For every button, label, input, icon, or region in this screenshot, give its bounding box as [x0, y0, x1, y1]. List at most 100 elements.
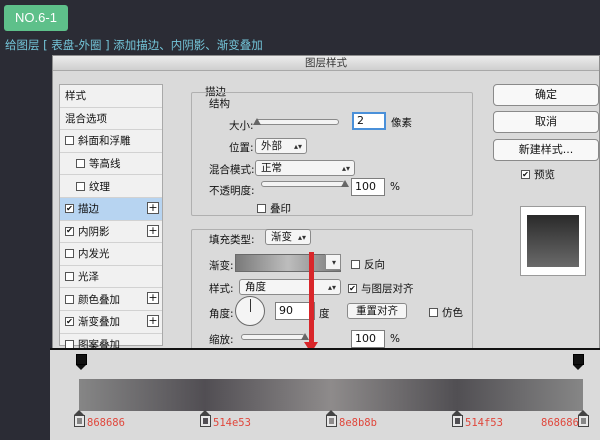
- dropdown-arrow-icon: ▴▾: [327, 283, 336, 292]
- style-list-label: 光泽: [78, 271, 99, 284]
- stroke-settings-panel: 描边 结构 大小: 2 像素 位置: 外部 ▴▾ 混合模式: 正常 ▴▾ 不透明度:…: [191, 84, 475, 349]
- annotation-arrow: [309, 252, 314, 344]
- color-overlay-checkbox[interactable]: [65, 294, 74, 304]
- overprint-option[interactable]: 叠印: [257, 201, 291, 216]
- reset-alignment-button[interactable]: 重置对齐: [347, 303, 407, 319]
- add-stroke-icon[interactable]: +: [147, 201, 159, 214]
- style-list-item-satin[interactable]: 光泽: [60, 266, 162, 289]
- align-with-layer-label: 与图层对齐: [361, 283, 414, 295]
- blend-mode-label: 混合模式:: [209, 164, 255, 176]
- size-unit: 像素: [391, 117, 412, 129]
- add-gradient-overlay-icon[interactable]: +: [147, 314, 159, 327]
- style-list-item-blending-options[interactable]: 混合选项: [60, 108, 162, 131]
- size-slider[interactable]: [255, 119, 339, 125]
- color-stop[interactable]: [451, 410, 463, 430]
- contour-checkbox[interactable]: [76, 159, 85, 169]
- texture-checkbox[interactable]: [76, 181, 85, 191]
- scale-input[interactable]: 100: [351, 330, 385, 348]
- opacity-stop-left[interactable]: [76, 354, 87, 371]
- style-list-item-inner-shadow[interactable]: ✔ 内阴影 +: [60, 221, 162, 244]
- reverse-checkbox[interactable]: [351, 260, 360, 269]
- gradient-style-label: 样式:: [209, 283, 234, 295]
- step-tag: NO.6-1: [4, 5, 68, 31]
- color-stop[interactable]: [73, 410, 85, 430]
- style-list-item-bevel-emboss[interactable]: 斜面和浮雕: [60, 130, 162, 153]
- preview-checkbox[interactable]: ✔: [521, 170, 530, 179]
- bevel-emboss-checkbox[interactable]: [65, 136, 74, 146]
- color-stop-hex-label: 868686: [87, 417, 125, 429]
- color-stop[interactable]: [199, 410, 211, 430]
- color-stop-hex-label: 514f53: [465, 417, 503, 429]
- cancel-button[interactable]: 取消: [493, 111, 599, 133]
- style-list-label: 颜色叠加: [78, 293, 120, 306]
- style-list-item-texture[interactable]: 纹理: [60, 175, 162, 198]
- gradient-editor: 868686 514e53 8e8b8b 514f53 868686: [50, 348, 600, 440]
- scale-unit: %: [390, 333, 400, 345]
- preview-label: 预览: [534, 169, 555, 181]
- gradient-style-dropdown[interactable]: 角度 ▴▾: [239, 279, 341, 295]
- style-list-item-inner-glow[interactable]: 内发光: [60, 243, 162, 266]
- preview-option[interactable]: ✔ 预览: [521, 167, 555, 182]
- fill-type-value: 渐变: [271, 231, 292, 243]
- position-label: 位置:: [229, 142, 254, 154]
- overprint-label: 叠印: [270, 203, 291, 215]
- opacity-slider[interactable]: [261, 181, 345, 187]
- scale-label: 缩放:: [209, 334, 234, 346]
- inner-glow-checkbox[interactable]: [65, 249, 74, 259]
- style-list-item-color-overlay[interactable]: 颜色叠加 +: [60, 288, 162, 311]
- angle-unit: 度: [319, 308, 330, 320]
- size-input[interactable]: 2: [352, 112, 386, 130]
- position-dropdown[interactable]: 外部 ▴▾: [255, 138, 307, 154]
- gradient-overlay-checkbox[interactable]: ✔: [65, 317, 74, 327]
- align-with-layer-option[interactable]: ✔ 与图层对齐: [348, 281, 414, 296]
- overprint-checkbox[interactable]: [257, 204, 266, 213]
- align-with-layer-checkbox[interactable]: ✔: [348, 284, 357, 293]
- opacity-label: 不透明度:: [209, 185, 255, 197]
- blend-mode-value: 正常: [261, 162, 282, 174]
- add-color-overlay-icon[interactable]: +: [147, 292, 159, 305]
- gradient-label: 渐变:: [209, 260, 234, 272]
- style-list-label: 样式: [65, 90, 86, 103]
- add-inner-shadow-icon[interactable]: +: [147, 224, 159, 237]
- style-list-item-styles[interactable]: 样式: [60, 85, 162, 108]
- style-list-label: 描边: [78, 203, 99, 216]
- stroke-checkbox[interactable]: ✔: [65, 204, 74, 214]
- position-value: 外部: [261, 140, 282, 152]
- color-stop[interactable]: [577, 410, 589, 430]
- reverse-label: 反向: [364, 259, 385, 271]
- size-label: 大小:: [229, 120, 254, 132]
- fill-type-dropdown[interactable]: 渐变 ▴▾: [265, 229, 311, 245]
- ok-button[interactable]: 确定: [493, 84, 599, 106]
- gradient-style-value: 角度: [245, 281, 266, 293]
- style-list-item-contour[interactable]: 等高线: [60, 153, 162, 176]
- fill-type-label: 填充类型:: [209, 234, 255, 246]
- reverse-option[interactable]: 反向: [351, 257, 385, 272]
- color-stop-hex-label: 868686: [541, 417, 579, 429]
- style-preview: [520, 206, 586, 276]
- style-list-label: 等高线: [89, 158, 121, 171]
- style-list-item-stroke[interactable]: ✔ 描边 +: [60, 197, 162, 221]
- step-caption: 给图层 [ 表盘-外圈 ] 添加描边、内阴影、渐变叠加: [5, 38, 263, 52]
- gradient-picker-button[interactable]: ▾: [325, 254, 341, 270]
- style-list-label: 混合选项: [65, 112, 107, 125]
- new-style-button[interactable]: 新建样式...: [493, 139, 599, 161]
- size-slider-knob[interactable]: [252, 118, 261, 126]
- gradient-preview-bar[interactable]: [79, 379, 583, 411]
- angle-dial[interactable]: [235, 296, 265, 326]
- scale-slider[interactable]: [241, 334, 305, 340]
- style-list-label: 纹理: [89, 180, 110, 193]
- style-list-item-gradient-overlay[interactable]: ✔ 渐变叠加 +: [60, 311, 162, 334]
- color-stop-hex-label: 514e53: [213, 417, 251, 429]
- opacity-stop-right[interactable]: [573, 354, 584, 371]
- satin-checkbox[interactable]: [65, 272, 74, 282]
- inner-shadow-checkbox[interactable]: ✔: [65, 226, 74, 236]
- blend-mode-dropdown[interactable]: 正常 ▴▾: [255, 160, 355, 176]
- dither-checkbox[interactable]: [429, 308, 438, 317]
- opacity-slider-knob[interactable]: [341, 180, 349, 188]
- style-list: 样式 混合选项 斜面和浮雕 等高线 纹理 ✔ 描边 + ✔ 内阴影 + 内发光 光泽 颜…: [59, 84, 163, 349]
- opacity-input[interactable]: 100: [351, 178, 385, 196]
- dropdown-arrow-icon: ▴▾: [293, 142, 302, 151]
- color-stop[interactable]: [325, 410, 337, 430]
- scale-slider-knob[interactable]: [301, 333, 309, 341]
- dither-option[interactable]: 仿色: [429, 305, 463, 320]
